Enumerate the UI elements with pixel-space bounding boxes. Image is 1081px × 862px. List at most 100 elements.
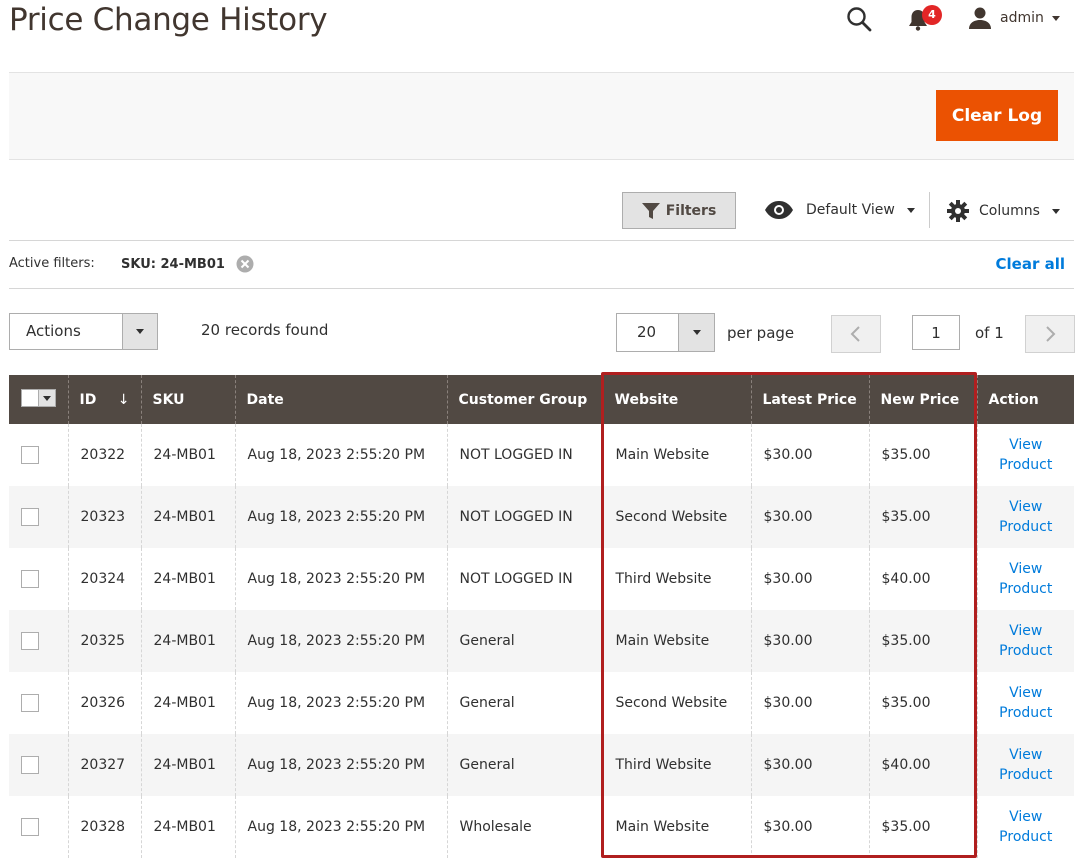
website-cell: Main Website xyxy=(602,610,751,672)
notification-badge[interactable]: 4 xyxy=(922,5,942,25)
column-header-sku[interactable]: SKU xyxy=(140,375,235,424)
action-cell: View Product xyxy=(976,672,1074,734)
table-row: 20325 24-MB01 Aug 18, 2023 2:55:20 PM Gener… xyxy=(9,610,1074,672)
row-checkbox[interactable] xyxy=(21,756,39,774)
view-switcher[interactable]: Default View xyxy=(764,200,915,220)
filters-button[interactable]: Filters xyxy=(622,192,736,229)
sku-cell: 24-MB01 xyxy=(140,610,235,672)
id-cell: 20325 xyxy=(67,610,141,672)
active-filters-bar: Active filters: SKU: 24-MB01 Clear all xyxy=(9,242,1074,289)
action-cell: View Product xyxy=(976,734,1074,796)
chevron-down-icon xyxy=(1051,15,1060,21)
action-cell: View Product xyxy=(976,610,1074,672)
row-checkbox[interactable] xyxy=(21,508,39,526)
action-cell: View Product xyxy=(976,796,1074,858)
id-cell: 20324 xyxy=(67,548,141,610)
row-select-cell xyxy=(9,486,68,548)
view-product-link[interactable]: View Product xyxy=(990,683,1063,723)
chevron-right-icon xyxy=(1046,326,1056,342)
eye-icon xyxy=(765,201,793,219)
latest-price-cell: $30.00 xyxy=(750,486,869,548)
mass-select-box xyxy=(22,390,38,406)
next-page-button[interactable] xyxy=(1025,315,1075,353)
sort-arrow-icon: ↓ xyxy=(117,391,130,408)
user-name: admin xyxy=(1000,10,1044,26)
customer-group-cell: Wholesale xyxy=(446,796,603,858)
per-page-value: 20 xyxy=(637,323,657,341)
per-page-select[interactable]: 20 xyxy=(616,313,715,352)
filters-label: Filters xyxy=(665,202,717,219)
column-header-id[interactable]: ID ↓ xyxy=(67,375,141,424)
latest-price-cell: $30.00 xyxy=(750,672,869,734)
row-select-cell xyxy=(9,796,68,858)
id-cell: 20326 xyxy=(67,672,141,734)
sku-cell: 24-MB01 xyxy=(140,424,235,486)
columns-label: Columns xyxy=(979,203,1040,219)
actions-label: Actions xyxy=(26,322,81,340)
action-cell: View Product xyxy=(976,486,1074,548)
page-title: Price Change History xyxy=(9,2,328,38)
date-cell: Aug 18, 2023 2:55:20 PM xyxy=(234,672,447,734)
column-header-customer-group[interactable]: Customer Group xyxy=(446,375,603,424)
view-product-link[interactable]: View Product xyxy=(990,621,1063,661)
table-row: 20324 24-MB01 Aug 18, 2023 2:55:20 PM NOT L… xyxy=(9,548,1074,610)
customer-group-cell: General xyxy=(446,610,603,672)
column-header-new-price[interactable]: New Price xyxy=(868,375,977,424)
view-label: Default View xyxy=(806,202,895,218)
row-select-cell xyxy=(9,610,68,672)
clear-all-link[interactable]: Clear all xyxy=(996,255,1065,273)
row-checkbox[interactable] xyxy=(21,446,39,464)
website-cell: Third Website xyxy=(602,548,751,610)
latest-price-cell: $30.00 xyxy=(750,796,869,858)
chevron-down-icon xyxy=(906,207,915,213)
sku-cell: 24-MB01 xyxy=(140,734,235,796)
search-icon[interactable] xyxy=(846,6,872,32)
column-header-date[interactable]: Date xyxy=(234,375,447,424)
sku-cell: 24-MB01 xyxy=(140,486,235,548)
mass-actions-dropdown[interactable]: Actions xyxy=(9,313,158,350)
mass-select-header[interactable] xyxy=(9,375,68,424)
view-product-link[interactable]: View Product xyxy=(990,807,1063,847)
view-product-link[interactable]: View Product xyxy=(990,745,1063,785)
row-checkbox[interactable] xyxy=(21,570,39,588)
remove-icon[interactable] xyxy=(236,255,254,273)
action-cell: View Product xyxy=(976,424,1074,486)
new-price-cell: $35.00 xyxy=(868,672,977,734)
row-select-cell xyxy=(9,424,68,486)
current-page-input[interactable] xyxy=(912,315,960,350)
user-menu[interactable]: admin xyxy=(968,6,1060,30)
page-actions-bar: Clear Log xyxy=(9,72,1074,160)
view-product-link[interactable]: View Product xyxy=(990,559,1063,599)
column-header-latest-price[interactable]: Latest Price xyxy=(750,375,869,424)
website-cell: Second Website xyxy=(602,486,751,548)
chevron-left-icon xyxy=(850,326,860,342)
gear-icon xyxy=(947,200,969,222)
latest-price-cell: $30.00 xyxy=(750,424,869,486)
action-cell: View Product xyxy=(976,548,1074,610)
page-of-label: of 1 xyxy=(975,324,1004,342)
sku-cell: 24-MB01 xyxy=(140,548,235,610)
row-select-cell xyxy=(9,734,68,796)
customer-group-cell: General xyxy=(446,672,603,734)
row-checkbox[interactable] xyxy=(21,694,39,712)
previous-page-button[interactable] xyxy=(831,315,881,353)
latest-price-cell: $30.00 xyxy=(750,734,869,796)
filter-chip: SKU: 24-MB01 xyxy=(121,255,254,273)
columns-switcher[interactable]: Columns xyxy=(947,200,1060,222)
view-product-link[interactable]: View Product xyxy=(990,497,1063,537)
row-checkbox[interactable] xyxy=(21,632,39,650)
chevron-down-icon xyxy=(136,329,144,334)
sku-cell: 24-MB01 xyxy=(140,796,235,858)
row-checkbox[interactable] xyxy=(21,818,39,836)
view-product-link[interactable]: View Product xyxy=(990,435,1063,475)
table-row: 20326 24-MB01 Aug 18, 2023 2:55:20 PM Gener… xyxy=(9,672,1074,734)
table-row: 20328 24-MB01 Aug 18, 2023 2:55:20 PM Whole… xyxy=(9,796,1074,858)
clear-log-button[interactable]: Clear Log xyxy=(936,90,1058,141)
table-row: 20327 24-MB01 Aug 18, 2023 2:55:20 PM Gener… xyxy=(9,734,1074,796)
new-price-cell: $40.00 xyxy=(868,548,977,610)
column-header-website[interactable]: Website xyxy=(602,375,751,424)
website-cell: Second Website xyxy=(602,672,751,734)
date-cell: Aug 18, 2023 2:55:20 PM xyxy=(234,734,447,796)
mass-select-checkbox[interactable] xyxy=(21,389,56,407)
date-cell: Aug 18, 2023 2:55:20 PM xyxy=(234,486,447,548)
